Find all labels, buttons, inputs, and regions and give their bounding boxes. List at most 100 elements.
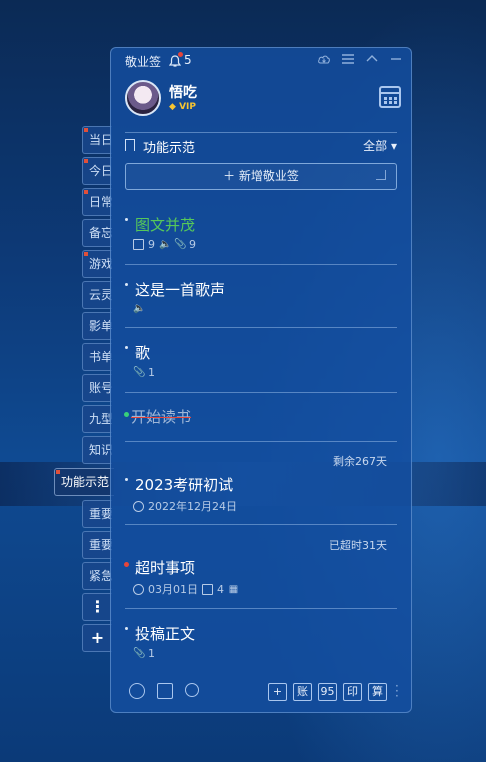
overdue-status-dot <box>124 562 129 567</box>
note-item[interactable]: 2023考研初试 2022年12月24日 <box>125 474 397 524</box>
window-controls <box>317 53 403 67</box>
note-item-done[interactable]: 开始读书 <box>124 406 397 436</box>
user-name: 悟吃 <box>169 85 197 101</box>
note-item[interactable]: 投稿正文 📎 1 <box>125 623 397 673</box>
print-button[interactable]: 印 <box>343 683 362 701</box>
menu-icon[interactable] <box>341 53 355 67</box>
search-icon[interactable] <box>185 683 199 697</box>
note-meta: 2022年12月24日 <box>133 498 237 514</box>
speaker-icon: 🔈 <box>159 239 172 250</box>
note-title: 歌 <box>135 344 151 362</box>
tab-账号[interactable]: 账号 <box>82 374 112 402</box>
clock-icon <box>133 500 144 512</box>
image-icon <box>202 583 213 595</box>
reminder-date: 2022年12月24日 <box>148 500 237 513</box>
bottom-right-tools: + 账 95 印 算 <box>268 683 387 701</box>
note-title: 投稿正文 <box>135 625 196 643</box>
add-icon-button[interactable]: + <box>268 683 287 701</box>
expand-icon[interactable] <box>376 170 386 180</box>
note-divider <box>125 392 397 393</box>
notification-dot <box>178 52 183 57</box>
vip-badge: ◆ VIP <box>169 102 196 112</box>
tab-重要-1[interactable]: 重要 <box>82 500 112 528</box>
tab-游戏[interactable]: 游戏 <box>82 250 112 278</box>
note-divider <box>125 524 397 525</box>
note-title: 2023考研初试 <box>135 476 234 494</box>
clock-icon <box>133 583 144 595</box>
image-count: 4 <box>217 582 224 596</box>
paperclip-icon: 📎 <box>133 367 146 378</box>
note-divider <box>125 608 397 609</box>
note-bullet <box>125 346 128 349</box>
add-note-button[interactable]: ＋ 新增敬业签 <box>125 163 397 190</box>
bottom-toolbar: + 账 95 印 算 · · · <box>111 672 411 712</box>
note-title: 超时事项 <box>135 559 196 577</box>
95-button[interactable]: 95 <box>318 683 337 701</box>
note-bullet <box>125 218 128 221</box>
more-tabs-button[interactable]: ⋮ <box>82 593 112 621</box>
tab-功能示范[interactable]: 功能示范 <box>54 468 114 496</box>
note-meta: 🔈 <box>133 303 146 314</box>
bookmark-icon <box>125 139 135 151</box>
minimize-icon[interactable] <box>389 53 403 67</box>
tab-备忘[interactable]: 备忘 <box>82 219 112 247</box>
note-divider <box>125 441 397 442</box>
calendar-icon[interactable] <box>379 86 401 108</box>
tab-当日[interactable]: 当日 <box>82 126 112 154</box>
calculator-button[interactable]: 算 <box>368 683 387 701</box>
add-note-label: ＋ 新增敬业签 <box>223 169 299 183</box>
tab-书单[interactable]: 书单 <box>82 343 112 371</box>
tab-日常[interactable]: 日常 <box>82 188 112 216</box>
bell-icon[interactable] <box>168 52 183 67</box>
note-title: 图文并茂 <box>135 216 196 234</box>
tab-知识[interactable]: 知识 <box>82 436 112 464</box>
checklist-icon[interactable] <box>157 683 173 699</box>
app-title: 敬业签 <box>125 55 162 69</box>
note-meta: 📎 1 <box>133 366 155 379</box>
note-bullet <box>125 283 128 286</box>
paperclip-icon: 📎 <box>174 239 187 250</box>
note-item[interactable]: 图文并茂 9 🔈 📎 9 <box>125 214 397 264</box>
account-button[interactable]: 账 <box>293 683 312 701</box>
note-title: 这是一首歌声 <box>135 281 226 299</box>
filter-dropdown[interactable]: 全部 ▾ <box>363 137 397 154</box>
note-item[interactable]: 歌 📎 1 <box>125 342 397 392</box>
notes-panel: 敬业签 5 悟吃 ◆ VIP 功能示范 全部 ▾ ＋ 新增敬业签 图文并茂 9 … <box>110 47 412 713</box>
tab-九型[interactable]: 九型 <box>82 405 112 433</box>
note-item[interactable]: 这是一首歌声 🔈 <box>125 279 397 325</box>
reminder-date: 03月01日 <box>148 583 198 596</box>
more-options-icon[interactable]: · · · <box>395 680 399 702</box>
tab-重要-2[interactable]: 重要 <box>82 531 112 559</box>
clock-icon[interactable] <box>129 683 145 699</box>
note-item[interactable]: 超时事项 03月01日 4 ▦ <box>124 557 397 607</box>
diamond-icon: ◆ <box>169 102 176 112</box>
note-bullet <box>125 478 128 481</box>
avatar[interactable] <box>125 80 161 116</box>
days-overdue: 已超时31天 <box>329 539 387 552</box>
section-title: 功能示范 <box>143 141 196 156</box>
bottom-left-tools <box>129 683 199 699</box>
attachment-count: 1 <box>148 366 155 379</box>
image-count: 9 <box>148 238 155 251</box>
tab-影单[interactable]: 影单 <box>82 312 112 340</box>
note-divider <box>125 327 397 328</box>
title-bar: 敬业签 5 <box>111 48 411 74</box>
note-title: 开始读书 <box>131 408 192 426</box>
note-meta: 📎 1 <box>133 647 155 660</box>
paperclip-icon: 📎 <box>133 648 146 659</box>
add-tab-button[interactable]: + <box>82 624 112 652</box>
attachment-count: 1 <box>148 647 155 660</box>
tab-紧急[interactable]: 紧急 <box>82 562 112 590</box>
speaker-icon: 🔈 <box>133 303 146 314</box>
section-header: 功能示范 全部 ▾ <box>125 136 397 156</box>
bell-count: 5 <box>184 53 192 67</box>
cloud-sync-icon[interactable] <box>317 53 331 67</box>
tab-今日[interactable]: 今日 <box>82 157 112 185</box>
vip-label: VIP <box>179 102 196 112</box>
note-meta: 9 🔈 📎 9 <box>133 238 196 251</box>
tab-云灵[interactable]: 云灵 <box>82 281 112 309</box>
note-divider <box>125 264 397 265</box>
collapse-icon[interactable] <box>365 53 379 67</box>
grid-icon: ▦ <box>228 583 239 595</box>
attachment-count: 9 <box>189 238 196 251</box>
